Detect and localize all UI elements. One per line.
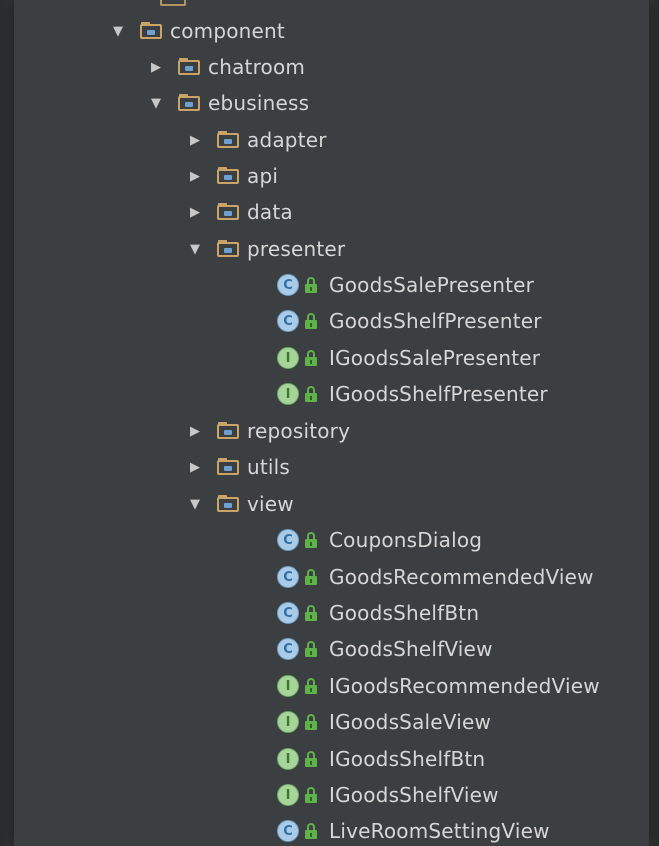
tree-node-interface[interactable]: I IGoodsShelfPresenter [277, 376, 548, 412]
tree-node-label: IGoodsSaleView [329, 710, 492, 734]
lock-icon [305, 350, 319, 366]
tree-node-class[interactable]: C GoodsShelfPresenter [277, 303, 542, 339]
tree-node-ebusiness[interactable]: ▼ ebusiness [148, 85, 309, 121]
package-folder-icon [217, 131, 241, 149]
collapse-arrow-icon[interactable]: ▶ [187, 168, 203, 184]
lock-icon [305, 313, 319, 329]
interface-icon: I [277, 347, 299, 369]
interface-icon: I [277, 675, 299, 697]
tree-node-class[interactable]: C GoodsSalePresenter [277, 267, 534, 303]
package-folder-icon [140, 22, 164, 40]
lock-icon [305, 751, 319, 767]
tree-node-label: adapter [247, 128, 327, 152]
tree-node-api[interactable]: ▶ api [187, 158, 278, 194]
class-icon: C [277, 274, 299, 296]
window-edge-right [649, 0, 659, 846]
tree-node-label: data [247, 200, 293, 224]
expand-arrow-icon[interactable]: ▼ [148, 95, 164, 111]
tree-node-class[interactable]: C CouponsDialog [277, 522, 482, 558]
folder-icon-partial [160, 0, 186, 6]
tree-node-label: GoodsRecommendedView [329, 565, 594, 589]
package-folder-icon [217, 167, 241, 185]
tree-node-class[interactable]: C GoodsShelfBtn [277, 595, 479, 631]
collapse-arrow-icon[interactable]: ▶ [187, 204, 203, 220]
lock-icon [305, 386, 319, 402]
tree-node-label: view [247, 492, 294, 516]
tree-node-view[interactable]: ▼ view [187, 486, 294, 522]
tree-node-chatroom[interactable]: ▶ chatroom [148, 49, 305, 85]
class-icon: C [277, 529, 299, 551]
tree-node-label: api [247, 164, 279, 188]
interface-icon: I [277, 784, 299, 806]
tree-node-class[interactable]: C GoodsShelfView [277, 631, 493, 667]
tree-node-label: presenter [247, 237, 346, 261]
interface-icon: I [277, 748, 299, 770]
lock-icon [305, 569, 319, 585]
window-edge-left [0, 0, 14, 846]
tree-node-label: IGoodsRecommendedView [329, 674, 600, 698]
screenshot-frame: ▼ component ▶ chatroom ▼ ebusiness ▶ ada… [0, 0, 659, 846]
tree-node-adapter[interactable]: ▶ adapter [187, 122, 327, 158]
expand-arrow-icon[interactable]: ▼ [187, 241, 203, 257]
lock-icon [305, 641, 319, 657]
collapse-arrow-icon[interactable]: ▶ [148, 59, 164, 75]
tree-node-label: GoodsShelfPresenter [329, 309, 542, 333]
tree-node-interface[interactable]: I IGoodsShelfView [277, 777, 499, 813]
class-icon: C [277, 820, 299, 842]
tree-node-label: IGoodsShelfBtn [329, 747, 486, 771]
tree-node-label: chatroom [208, 55, 306, 79]
lock-icon [305, 605, 319, 621]
tree-node-label: IGoodsSalePresenter [329, 346, 541, 370]
tree-node-label: CouponsDialog [329, 528, 483, 552]
tree-node-label: GoodsShelfBtn [329, 601, 480, 625]
tree-node-interface[interactable]: I IGoodsSalePresenter [277, 340, 540, 376]
project-tree-panel: ▼ component ▶ chatroom ▼ ebusiness ▶ ada… [14, 0, 649, 846]
expand-arrow-icon[interactable]: ▼ [110, 23, 126, 39]
lock-icon [305, 277, 319, 293]
class-icon: C [277, 566, 299, 588]
lock-icon [305, 714, 319, 730]
tree-node-utils[interactable]: ▶ utils [187, 449, 290, 485]
tree-node-interface[interactable]: I IGoodsShelfBtn [277, 741, 485, 777]
interface-icon: I [277, 383, 299, 405]
collapse-arrow-icon[interactable]: ▶ [187, 132, 203, 148]
lock-icon [305, 532, 319, 548]
tree-node-interface[interactable]: I IGoodsSaleView [277, 704, 491, 740]
collapse-arrow-icon[interactable]: ▶ [187, 459, 203, 475]
package-folder-icon [217, 422, 241, 440]
tree-node-class[interactable]: C LiveRoomSettingView [277, 813, 550, 846]
class-icon: C [277, 310, 299, 332]
package-folder-icon [178, 58, 202, 76]
interface-icon: I [277, 711, 299, 733]
package-folder-icon [217, 458, 241, 476]
tree-node-data[interactable]: ▶ data [187, 194, 293, 230]
tree-node-label: LiveRoomSettingView [329, 819, 550, 843]
package-folder-icon [217, 495, 241, 513]
tree-node-label: repository [247, 419, 351, 443]
tree-node-label: GoodsSalePresenter [329, 273, 535, 297]
tree-node-label: ebusiness [208, 91, 310, 115]
tree-node-label: IGoodsShelfView [329, 783, 499, 807]
tree-node-repository[interactable]: ▶ repository [187, 413, 350, 449]
tree-node-class[interactable]: C GoodsRecommendedView [277, 559, 594, 595]
tree-node-label: utils [247, 455, 291, 479]
package-folder-icon [178, 94, 202, 112]
lock-icon [305, 823, 319, 839]
tree-node-interface[interactable]: I IGoodsRecommendedView [277, 668, 600, 704]
class-icon: C [277, 638, 299, 660]
tree-node-label: GoodsShelfView [329, 637, 493, 661]
tree-node-presenter[interactable]: ▼ presenter [187, 231, 345, 267]
class-icon: C [277, 602, 299, 624]
lock-icon [305, 678, 319, 694]
tree-node-component[interactable]: ▼ component [110, 13, 285, 49]
tree-node-label: component [170, 19, 285, 43]
package-folder-icon [217, 203, 241, 221]
package-folder-icon [217, 240, 241, 258]
lock-icon [305, 787, 319, 803]
expand-arrow-icon[interactable]: ▼ [187, 496, 203, 512]
tree-node-label: IGoodsShelfPresenter [329, 382, 548, 406]
collapse-arrow-icon[interactable]: ▶ [187, 423, 203, 439]
